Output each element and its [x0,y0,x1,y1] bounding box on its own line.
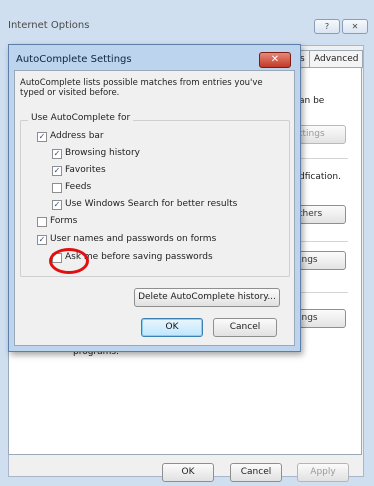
separator [300,241,348,242]
apply-button[interactable]: Apply [297,463,349,482]
dialog-ok-button[interactable]: OK [141,318,203,337]
address-bar-label: Address bar [50,131,104,141]
highlight-circle-annotation [49,248,89,274]
dialog-close-button[interactable]: ✕ [259,52,291,68]
forms-checkbox[interactable] [37,217,47,227]
dialog-cancel-button[interactable]: Cancel [213,318,277,337]
intro-text: AutoComplete lists possible matches from… [20,78,263,98]
forms-label: Forms [50,216,78,226]
settings-button-1[interactable]: ttings [294,125,346,144]
ok-button-main[interactable]: OK [162,463,214,482]
background-text-line2: dfication. [299,172,341,182]
browsing-history-label: Browsing history [65,148,140,158]
browsing-history-checkbox[interactable]: ✓ [52,149,62,159]
favorites-checkbox[interactable]: ✓ [52,166,62,176]
favorites-label: Favorites [65,165,106,175]
settings-button-2[interactable]: ings [294,251,346,270]
group-label: Use AutoComplete for [28,113,134,123]
windows-search-checkbox[interactable]: ✓ [52,200,62,210]
delete-autocomplete-history-button[interactable]: Delete AutoComplete history... [134,288,280,307]
settings-button-3[interactable]: ings [294,309,346,328]
separator [300,158,348,159]
help-button[interactable]: ? [314,19,340,34]
others-button[interactable]: thers [294,205,346,224]
cancel-button-main[interactable]: Cancel [230,463,282,482]
background-text-line1: an be [299,96,325,106]
address-bar-checkbox[interactable]: ✓ [37,132,47,142]
separator [300,292,348,293]
feeds-checkbox[interactable] [52,183,62,193]
windows-search-label: Use Windows Search for better results [65,199,238,209]
feeds-label: Feeds [65,182,92,192]
usernames-passwords-label: User names and passwords on forms [50,234,217,244]
dialog-title: AutoComplete Settings [16,54,132,65]
window-title: Internet Options [8,20,90,31]
usernames-passwords-checkbox[interactable]: ✓ [37,235,47,245]
tab-advanced[interactable]: Advanced [309,50,364,68]
window-close-button[interactable]: ✕ [342,19,368,34]
